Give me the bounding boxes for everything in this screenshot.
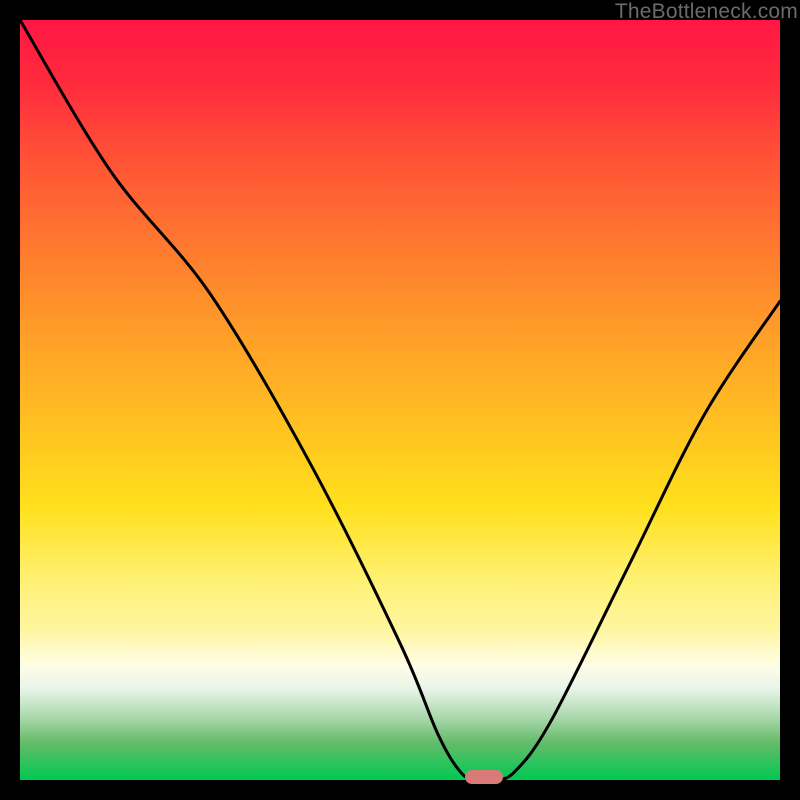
- plot-area: [20, 20, 780, 780]
- chart-frame: TheBottleneck.com: [0, 0, 800, 800]
- bottleneck-curve: [20, 20, 780, 780]
- optimal-marker: [465, 770, 503, 784]
- watermark-text: TheBottleneck.com: [615, 0, 798, 24]
